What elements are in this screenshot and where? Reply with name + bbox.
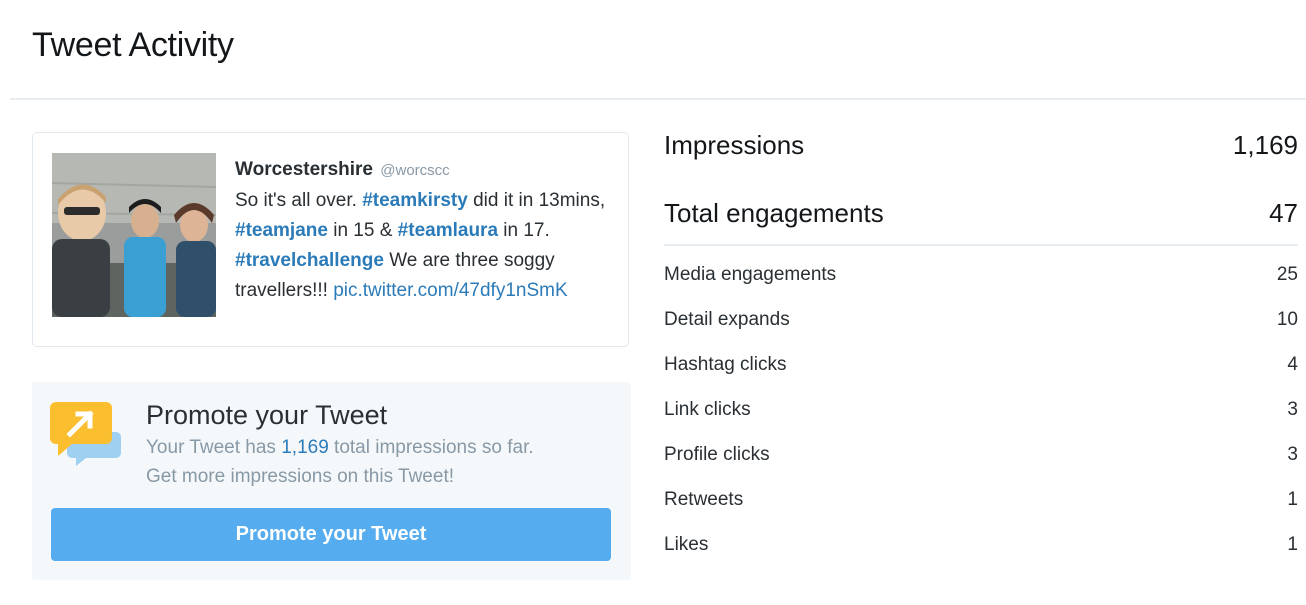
metric-row: Link clicks 3 [664,399,1298,421]
metric-row: Profile clicks 3 [664,444,1298,466]
promote-text-line2: Get more impressions on this Tweet! [146,466,454,487]
promote-title: Promote your Tweet [146,400,388,430]
metrics-divider [664,244,1298,246]
tweet-photo[interactable] [52,153,216,317]
metric-total-engagements: Total engagements 47 [664,198,1298,229]
metric-value: 3 [1287,399,1298,420]
tweet-text: did it in 13mins, [467,190,606,211]
tweet-author-name[interactable]: Worcestershire [235,159,373,180]
metric-value: 4 [1287,354,1298,375]
metric-label: Profile clicks [664,444,770,465]
metric-value: 1 [1287,534,1298,555]
metric-label: Retweets [664,489,744,510]
metric-label: Media engagements [664,264,837,285]
metric-value: 1,169 [1232,130,1298,160]
tweet-card[interactable]: Worcestershire @worcscc So it's all over… [32,132,629,347]
metric-value: 1 [1287,489,1298,510]
metric-label: Likes [664,534,709,555]
header-divider [10,98,1306,100]
promote-text-part: total impressions so far. [328,437,534,458]
metric-label: Impressions [664,130,805,160]
tweet-author-handle[interactable]: @worcscc [380,162,449,179]
tweet-media-link[interactable]: pic.twitter.com/47dfy1nSmK [333,280,567,301]
metric-impressions: Impressions 1,169 [664,130,1298,161]
metric-row: Detail expands 10 [664,309,1298,331]
metric-label: Link clicks [664,399,751,420]
tweet-body: Worcestershire @worcscc So it's all over… [235,155,615,306]
metric-row: Likes 1 [664,534,1298,556]
promote-description: Your Tweet has 1,169 total impressions s… [146,433,534,491]
hashtag-link[interactable]: #teamjane [235,220,328,241]
hashtag-link[interactable]: #travelchallenge [235,250,384,271]
metric-row: Media engagements 25 [664,264,1298,286]
promote-tweet-button[interactable]: Promote your Tweet [51,508,611,561]
metric-value: 10 [1276,309,1298,330]
metric-label: Total engagements [664,198,884,228]
hashtag-link[interactable]: #teamkirsty [362,190,468,211]
hashtag-link[interactable]: #teamlaura [398,220,498,241]
tweet-text: So it's all over. [235,190,363,211]
metric-label: Hashtag clicks [664,354,787,375]
metric-row: Hashtag clicks 4 [664,354,1298,376]
promote-impressions-count: 1,169 [281,437,329,458]
tweet-text: in 17. [498,220,550,241]
promote-panel: Promote your Tweet Your Tweet has 1,169 … [32,382,631,580]
tweet-photo-image [52,153,216,317]
metric-value: 3 [1287,444,1298,465]
metric-row: Retweets 1 [664,489,1298,511]
tweet-text: in 15 & [327,220,398,241]
metric-value: 47 [1269,198,1298,228]
metric-label: Detail expands [664,309,790,330]
promote-megaphone-icon [50,402,122,466]
promote-text-part: Your Tweet has [146,437,282,458]
page-title: Tweet Activity [32,26,234,64]
metric-value: 25 [1276,264,1298,285]
